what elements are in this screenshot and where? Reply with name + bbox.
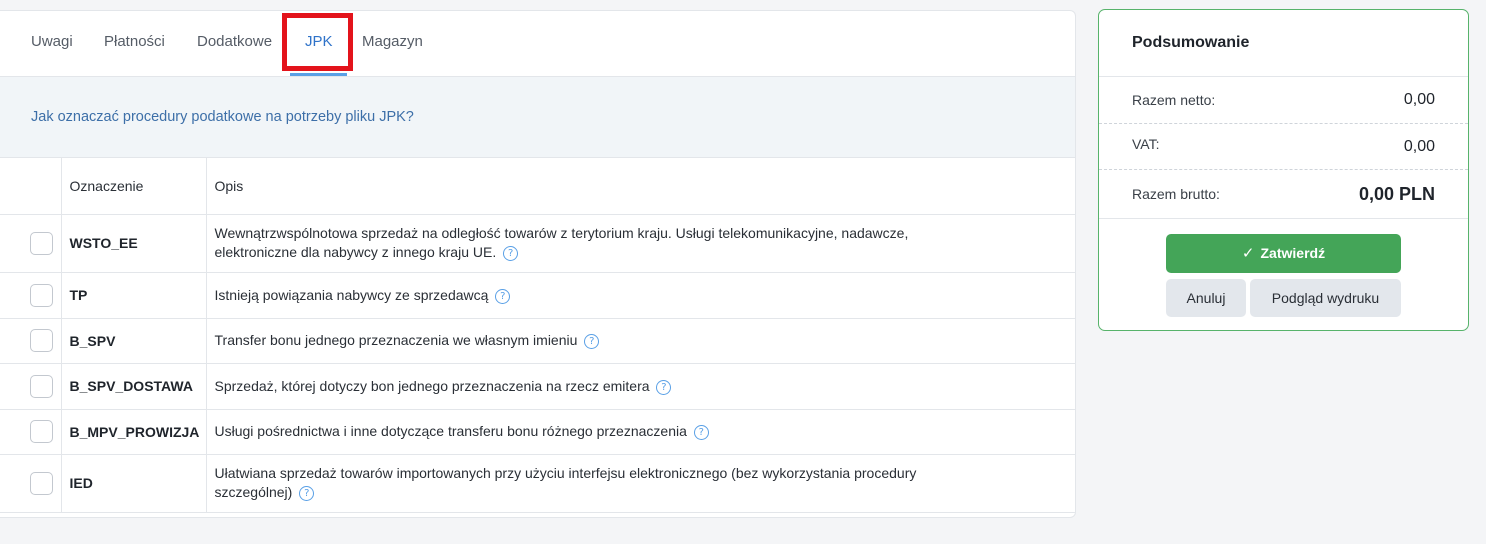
tab-jpk[interactable]: JPK	[305, 33, 333, 50]
brutto-label: Razem brutto:	[1132, 186, 1220, 202]
netto-label: Razem netto:	[1132, 92, 1216, 108]
header-opis: Opis	[206, 158, 1075, 215]
vat-value: 0,00	[1403, 138, 1435, 155]
question-circle-icon[interactable]: ?	[495, 288, 511, 304]
row-description-cell: Usługi pośrednictwa i inne dotyczące tra…	[206, 409, 1075, 455]
netto-value: 0,00	[1403, 91, 1435, 108]
check-icon: ✓	[1241, 245, 1255, 262]
row-description: Transfer bonu jednego przeznaczenia we w…	[214, 332, 578, 348]
header-checkbox-column	[0, 158, 62, 215]
main-panel: Uwagi Płatności Dodatkowe JPK Magazyn Ja…	[0, 10, 1076, 518]
row-description-cell: Sprzedaż, której dotyczy bon jednego prz…	[206, 363, 1075, 410]
active-tab-indicator	[290, 73, 347, 76]
row-description-cell: Istnieją powiązania nabywcy ze sprzedawc…	[206, 272, 1075, 319]
summary-row-brutto: Razem brutto: 0,00 PLN	[1099, 169, 1468, 218]
row-description-cell: Ułatwiana sprzedaż towarów importowanych…	[206, 454, 1075, 513]
row-checkbox[interactable]	[30, 374, 53, 398]
row-code: TP	[61, 272, 207, 319]
row-checkbox[interactable]	[30, 471, 53, 495]
table-row: B_MPV_PROWIZJA Usługi pośrednictwa i inne…	[0, 409, 1075, 455]
table-row: B_SPV_DOSTAWA Sprzedaż, której dotyczy bo…	[0, 363, 1075, 410]
row-checkbox[interactable]	[30, 283, 53, 307]
row-checkbox-cell	[0, 214, 62, 273]
header-oznaczenie: Oznaczenie	[61, 158, 207, 215]
question-circle-icon[interactable]: ?	[693, 425, 709, 440]
cancel-button[interactable]: Anuluj	[1166, 279, 1246, 317]
tab-bar: Uwagi Płatności Dodatkowe JPK Magazyn	[0, 11, 1075, 77]
info-banner: Jak oznaczać procedury podatkowe na potr…	[0, 77, 1075, 158]
tab-dodatkowe[interactable]: Dodatkowe	[197, 33, 272, 50]
table-row: TP Istnieją powiązania nabywcy ze sprzeda…	[0, 272, 1075, 319]
row-description: Usługi pośrednictwa i inne dotyczące tra…	[214, 423, 687, 439]
table-row: B_SPV Transfer bonu jednego przeznaczenia…	[0, 318, 1075, 364]
table-header-row: Oznaczenie Opis	[0, 158, 1075, 215]
brutto-value: 0,00 PLN	[1358, 184, 1435, 204]
summary-title: Podsumowanie	[1132, 34, 1250, 51]
row-description: Ułatwiana sprzedaż towarów importowanych…	[214, 465, 917, 500]
question-circle-icon[interactable]: ?	[503, 246, 519, 261]
row-checkbox-cell	[0, 363, 62, 410]
row-code: IED	[61, 454, 207, 513]
tab-platnosci[interactable]: Płatności	[104, 33, 165, 50]
question-circle-icon[interactable]: ?	[299, 486, 315, 501]
row-code: B_SPV_DOSTAWA	[61, 363, 207, 410]
row-code: B_MPV_PROWIZJA	[61, 409, 207, 455]
row-code: B_SPV	[61, 318, 207, 364]
print-preview-button[interactable]: Podgląd wydruku	[1250, 279, 1401, 317]
row-checkbox[interactable]	[30, 420, 53, 443]
summary-panel: Podsumowanie Razem netto: 0,00 VAT: 0,00…	[1098, 9, 1469, 331]
tab-magazyn[interactable]: Magazyn	[362, 33, 423, 50]
row-checkbox[interactable]	[30, 329, 53, 352]
row-checkbox-cell	[0, 318, 62, 364]
row-description: Istnieją powiązania nabywcy ze sprzedawc…	[214, 286, 489, 303]
tab-uwagi[interactable]: Uwagi	[31, 33, 73, 50]
table-row: WSTO_EE Wewnątrzwspólnotowa sprzedaż na o…	[0, 214, 1075, 273]
table-row: IED Ułatwiana sprzedaż towarów importowan…	[0, 454, 1075, 513]
summary-divider	[1099, 218, 1468, 219]
row-description: Sprzedaż, której dotyczy bon jednego prz…	[214, 377, 650, 394]
row-description-cell: Transfer bonu jednego przeznaczenia we w…	[206, 318, 1075, 364]
summary-row-vat: VAT: 0,00	[1099, 123, 1468, 169]
confirm-button[interactable]: ✓ Zatwierdź	[1166, 234, 1401, 273]
confirm-button-label: Zatwierdź	[1260, 245, 1326, 261]
vat-label: VAT:	[1132, 136, 1160, 152]
jpk-procedures-table: Oznaczenie Opis WSTO_EE Wewnątrzwspólnoto…	[0, 158, 1075, 513]
row-description: Wewnątrzwspólnotowa sprzedaż na odległoś…	[214, 225, 909, 260]
jpk-help-link[interactable]: Jak oznaczać procedury podatkowe na potr…	[31, 109, 414, 125]
row-description-cell: Wewnątrzwspólnotowa sprzedaż na odległoś…	[206, 214, 1075, 273]
row-checkbox-cell	[0, 454, 62, 513]
row-checkbox[interactable]	[30, 231, 53, 255]
question-circle-icon[interactable]: ?	[584, 334, 600, 349]
row-code: WSTO_EE	[61, 214, 207, 273]
row-checkbox-cell	[0, 272, 62, 319]
row-checkbox-cell	[0, 409, 62, 455]
summary-row-netto: Razem netto: 0,00	[1099, 76, 1468, 123]
question-circle-icon[interactable]: ?	[656, 379, 672, 395]
